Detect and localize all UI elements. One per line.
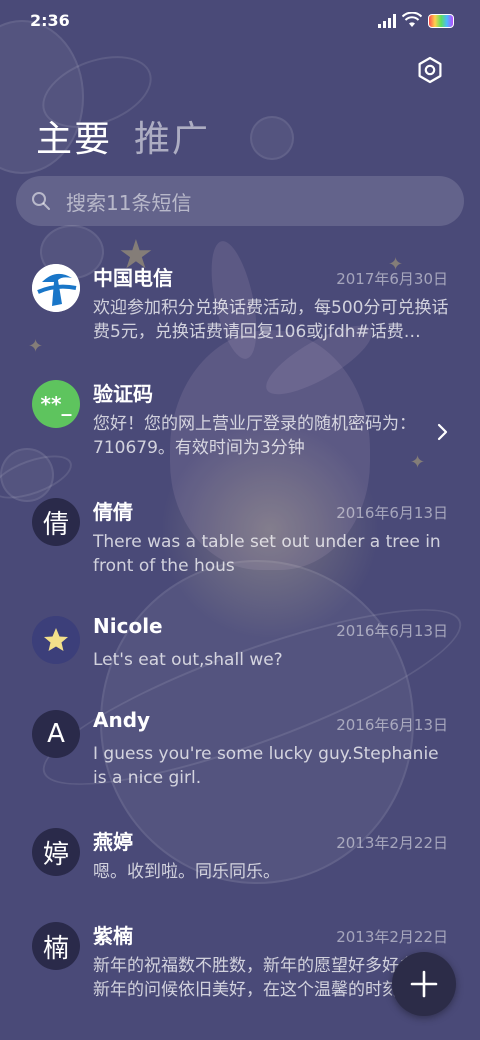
conversation-item[interactable]: 婷 燕婷 2013年2月22日 嗯。收到啦。同乐同乐。 (0, 804, 480, 898)
message-preview: 您好！您的网上营业厅登录的随机密码为：710679。有效时间为3分钟 (93, 414, 416, 458)
new-message-button[interactable] (392, 952, 456, 1016)
message-preview: 嗯。收到啦。同乐同乐。 (93, 862, 280, 882)
search-icon (32, 192, 50, 210)
category-tabs: 主要 推广 (36, 110, 210, 162)
message-date: 2016年6月13日 (336, 504, 448, 522)
conversation-item[interactable]: 倩 倩倩 2016年6月13日 There was a table set ou… (0, 474, 480, 592)
message-date: 2013年2月22日 (336, 834, 448, 852)
message-preview: 欢迎参加积分兑换话费活动，每500分可兑换话费5元，兑换话费请回复106或jfd… (93, 298, 449, 342)
conversation-list: 中国电信 2017年6月30日 欢迎参加积分兑换话费活动，每500分可兑换话费5… (0, 240, 480, 1016)
tab-primary[interactable]: 主要 (36, 110, 112, 162)
battery-icon (428, 14, 454, 28)
message-date: 2017年6月30日 (336, 270, 448, 288)
china-telecom-logo-icon (32, 264, 80, 312)
contact-name: 燕婷 (93, 830, 133, 854)
contact-avatar: 婷 (32, 828, 80, 876)
settings-gear-icon[interactable] (416, 56, 444, 84)
cell-signal-icon (378, 14, 396, 28)
contact-name: 倩倩 (93, 500, 133, 524)
contact-avatar: A (32, 710, 80, 758)
search-bar[interactable]: 搜索11条短信 (16, 176, 464, 226)
contact-name: 紫楠 (93, 924, 133, 948)
message-date: 2013年2月22日 (336, 928, 448, 946)
contact-avatar: 楠 (32, 922, 80, 970)
status-bar: 2:36 (0, 0, 480, 44)
tab-promotions[interactable]: 推广 (134, 110, 210, 162)
message-date: 2016年6月13日 (336, 716, 448, 734)
conversation-item[interactable]: **_ 验证码 您好！您的网上营业厅登录的随机密码为：710679。有效时间为3… (0, 356, 480, 474)
conversation-item[interactable]: Nicole 2016年6月13日 Let's eat out,shall we… (0, 592, 480, 686)
wifi-icon (402, 12, 422, 27)
star-icon (32, 616, 80, 664)
contact-name: 验证码 (93, 382, 153, 406)
conversation-item[interactable]: A Andy 2016年6月13日 I guess you're some lu… (0, 686, 480, 804)
contact-name: Andy (93, 708, 151, 732)
contact-name: 中国电信 (93, 266, 173, 290)
conversation-item[interactable]: 中国电信 2017年6月30日 欢迎参加积分兑换话费活动，每500分可兑换话费5… (0, 240, 480, 356)
star-photo-avatar (32, 616, 80, 664)
message-preview: Let's eat out,shall we? (93, 650, 283, 670)
chevron-right-icon[interactable] (436, 422, 450, 442)
search-placeholder: 搜索11条短信 (66, 190, 192, 215)
contact-name: Nicole (93, 614, 163, 638)
message-date: 2016年6月13日 (336, 622, 448, 640)
telecom-logo-avatar (32, 264, 80, 312)
plus-icon (410, 970, 438, 998)
status-time: 2:36 (30, 11, 70, 30)
verification-code-avatar: **_ (32, 380, 80, 428)
contact-avatar: 倩 (32, 498, 80, 546)
message-preview: There was a table set out under a tree i… (93, 532, 441, 576)
message-preview: I guess you're some lucky guy.Stephanie … (93, 744, 439, 788)
